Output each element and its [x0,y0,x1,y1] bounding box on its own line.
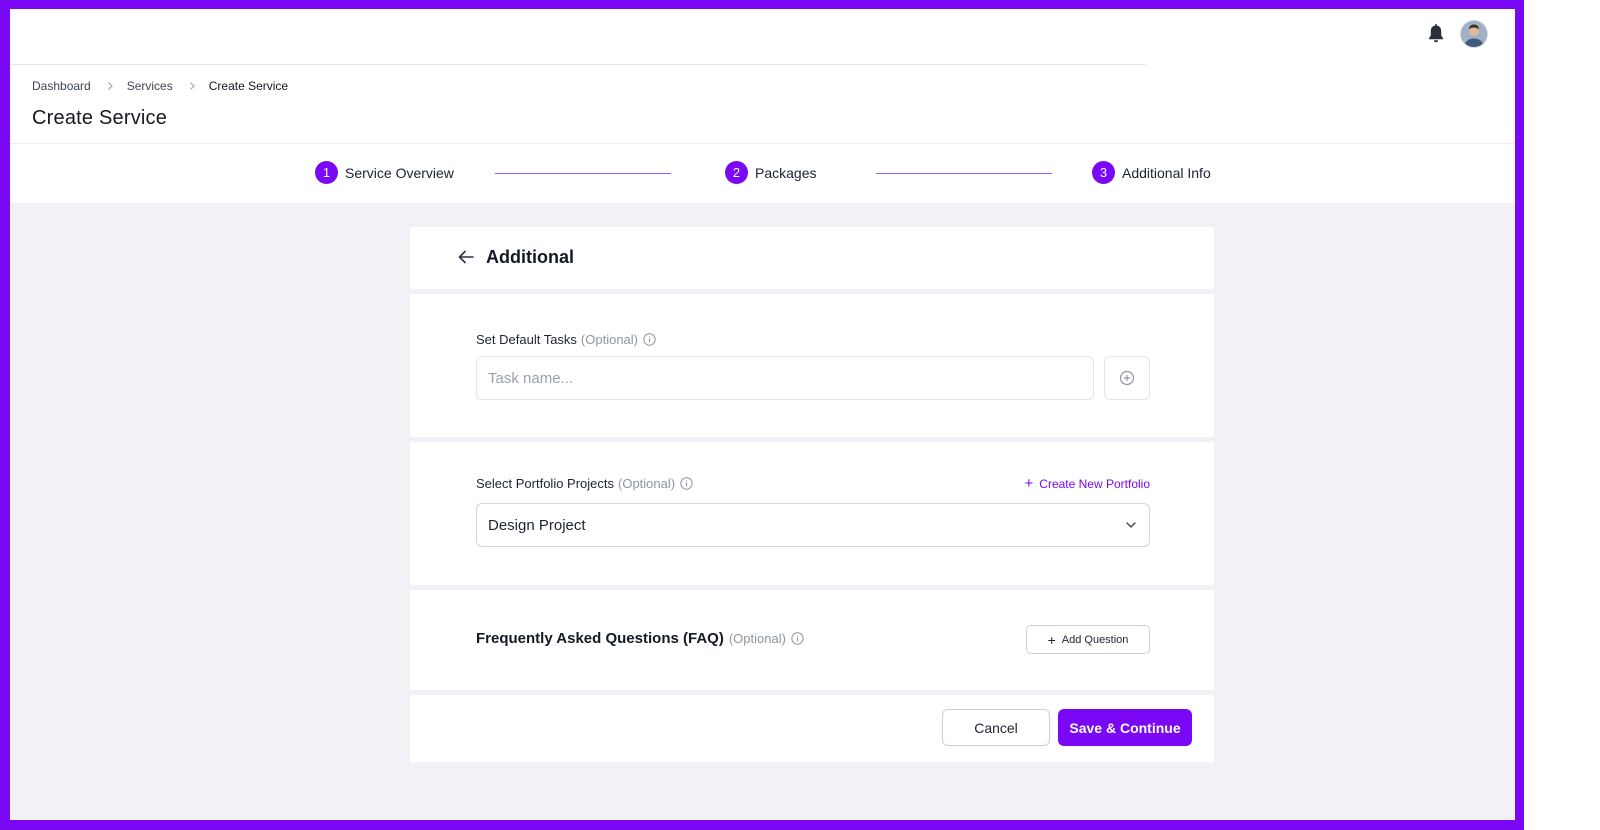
step-label: Packages [755,164,817,181]
info-icon[interactable] [791,632,804,645]
step-number: 3 [1092,161,1115,184]
info-icon[interactable] [643,333,656,346]
default-tasks-label: Set Default Tasks (Optional) [476,332,656,347]
step-label: Additional Info [1122,164,1211,181]
portfolio-card: Select Portfolio Projects (Optional) + C… [410,442,1214,585]
breadcrumb-dashboard[interactable]: Dashboard [32,79,91,93]
step-number: 1 [315,161,338,184]
portfolio-select[interactable]: Design Project [476,503,1150,547]
avatar[interactable] [1460,20,1488,48]
page-title: Create Service [32,107,168,129]
faq-title: Frequently Asked Questions (FAQ) [476,630,724,647]
add-task-button[interactable] [1104,356,1150,400]
create-new-portfolio-label: Create New Portfolio [1039,476,1150,491]
chevron-right-icon [189,82,195,90]
add-question-button[interactable]: + Add Question [1026,625,1150,654]
task-name-input[interactable] [476,356,1094,400]
avatar-image [1461,21,1487,47]
optional-tag: (Optional) [728,631,786,646]
portfolio-label: Select Portfolio Projects (Optional) [476,476,693,491]
info-icon[interactable] [680,477,693,490]
step-additional-info[interactable]: 3 Additional Info [1092,161,1211,184]
section-header-card: Additional [410,227,1214,289]
default-tasks-label-text: Set Default Tasks [476,332,577,347]
optional-tag: (Optional) [618,476,676,491]
default-tasks-card: Set Default Tasks (Optional) [410,294,1214,437]
step-number: 2 [725,161,748,184]
page-header: Dashboard Services Create Service Create… [10,65,1515,144]
section-title: Additional [486,247,574,267]
create-new-portfolio-link[interactable]: + Create New Portfolio [1025,476,1150,491]
step-connector [495,173,671,174]
breadcrumb: Dashboard Services Create Service [32,79,288,93]
top-bar [10,9,1515,65]
portfolio-label-text: Select Portfolio Projects [476,476,615,491]
faq-card: Frequently Asked Questions (FAQ) (Option… [410,590,1214,690]
faq-heading: Frequently Asked Questions (FAQ) (Option… [476,630,804,647]
form-actions: Cancel Save & Continue [410,695,1214,762]
step-service-overview[interactable]: 1 Service Overview [315,161,454,184]
save-and-continue-button[interactable]: Save & Continue [1058,709,1192,746]
plus-circle-icon [1119,370,1135,386]
app-window: Dashboard Services Create Service Create… [10,9,1515,820]
cancel-button[interactable]: Cancel [942,709,1050,746]
step-packages[interactable]: 2 Packages [725,161,816,184]
chevron-down-icon [1126,522,1136,528]
add-question-label: Add Question [1061,633,1129,646]
arrow-left-icon[interactable] [458,250,474,264]
step-connector [876,173,1052,174]
chevron-right-icon [107,82,113,90]
breadcrumb-create-service: Create Service [208,79,289,93]
stepper: 1 Service Overview 2 Packages 3 Addition… [10,144,1515,203]
plus-icon: + [1024,475,1034,492]
plus-icon: + [1047,631,1056,648]
portfolio-select-value: Design Project [488,517,586,534]
optional-tag: (Optional) [580,332,638,347]
step-label: Service Overview [345,164,454,181]
bell-icon[interactable] [1427,23,1445,45]
breadcrumb-services[interactable]: Services [127,79,173,93]
